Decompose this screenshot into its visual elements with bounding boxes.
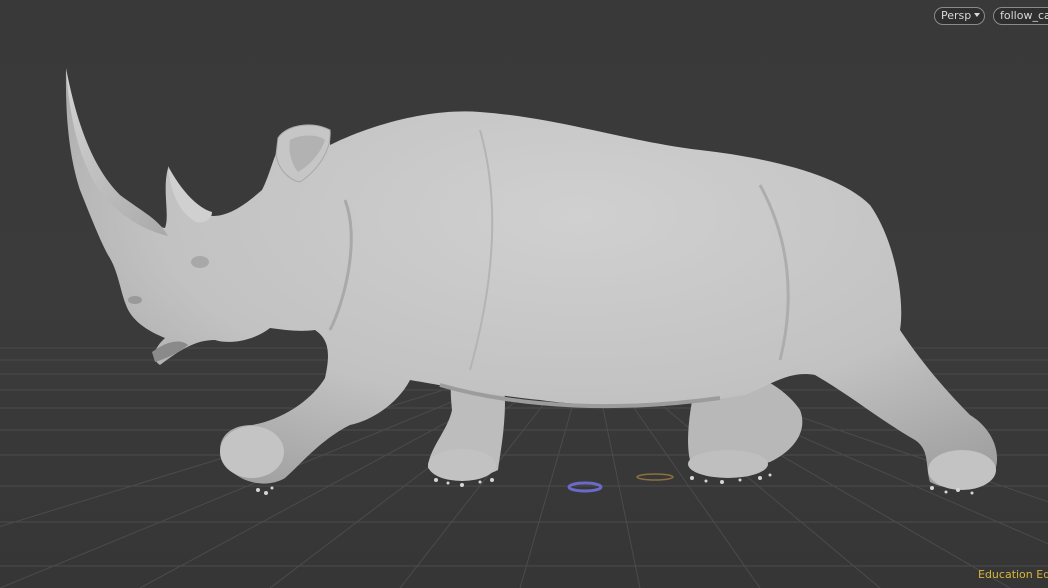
- pivot-marker: [636, 473, 674, 481]
- rear-hoof-near: [928, 450, 996, 490]
- scene-canvas[interactable]: [0, 0, 1048, 588]
- rhino-body: [65, 68, 998, 489]
- camera-name-label: follow_ca: [1000, 9, 1048, 22]
- camera-name-button[interactable]: follow_ca: [993, 7, 1048, 25]
- 3d-viewport[interactable]: Persp follow_ca Education Edi: [0, 0, 1048, 588]
- chevron-down-icon: [974, 13, 981, 17]
- rhino-eye: [191, 256, 209, 268]
- camera-menu-button[interactable]: Persp: [934, 7, 985, 25]
- rear-hoof-far: [688, 450, 768, 478]
- rhino-mouth: [152, 341, 188, 362]
- origin-marker: [567, 481, 603, 493]
- edition-badge: Education Edi: [978, 568, 1048, 581]
- front-hoof-near: [220, 426, 284, 478]
- rhino-model[interactable]: [65, 68, 998, 495]
- camera-menu-label: Persp: [941, 9, 972, 22]
- dust-particles: [256, 473, 974, 495]
- front-hoof-far: [428, 449, 496, 481]
- rhino-nostril: [128, 296, 142, 304]
